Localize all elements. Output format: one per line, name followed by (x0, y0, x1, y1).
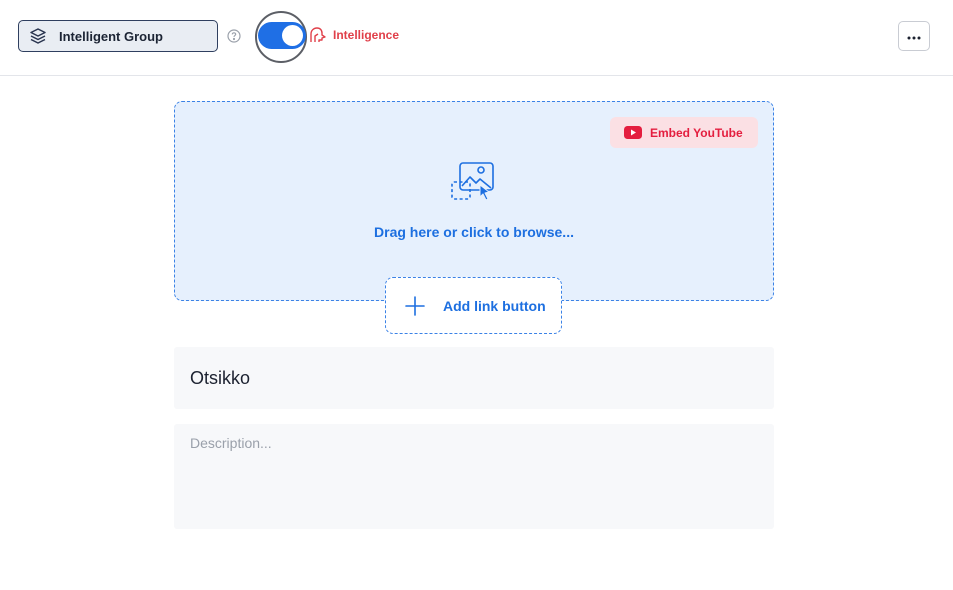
toggle-knob (282, 25, 303, 46)
intelligence-label: Intelligence (333, 28, 400, 42)
plus-icon (404, 295, 426, 317)
embed-youtube-label: Embed YouTube (650, 125, 743, 140)
youtube-icon (624, 126, 642, 139)
layers-icon (29, 27, 47, 45)
group-selector[interactable]: Intelligent Group (18, 20, 218, 52)
title-input[interactable]: Otsikko (174, 347, 774, 409)
embed-youtube-button[interactable]: Embed YouTube (610, 117, 758, 148)
more-horizontal-icon (907, 27, 921, 45)
top-bar: Intelligent Group Intelligence (0, 0, 953, 76)
question-circle-icon[interactable] (227, 29, 241, 43)
description-input[interactable] (174, 424, 774, 529)
more-options-button[interactable] (898, 21, 930, 51)
intelligence-icon (309, 26, 327, 44)
image-upload-icon (450, 162, 496, 202)
add-link-label: Add link button (443, 297, 546, 314)
dropzone-instruction: Drag here or click to browse... (374, 224, 574, 240)
intelligence-toggle[interactable] (258, 22, 306, 49)
group-selector-label: Intelligent Group (59, 28, 163, 44)
add-link-button[interactable]: Add link button (385, 277, 562, 334)
